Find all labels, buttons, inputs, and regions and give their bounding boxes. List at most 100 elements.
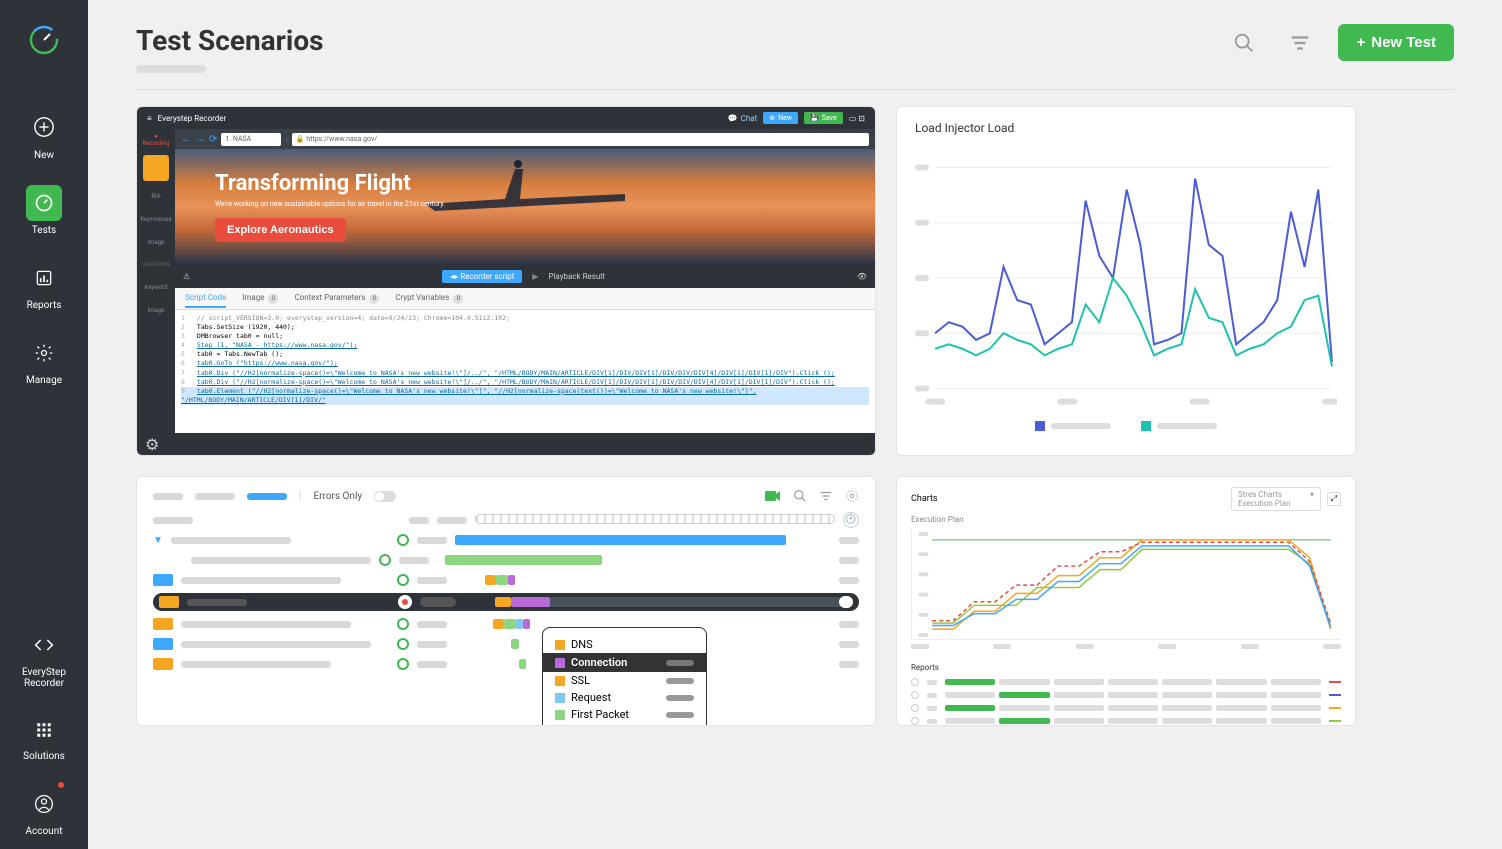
video-icon[interactable] — [765, 490, 781, 502]
waterfall-panel: | Errors Only 🕐 ▼ — [136, 476, 876, 726]
grid-icon — [27, 713, 61, 747]
app-name: Everystep Recorder — [158, 114, 227, 123]
execution-chart — [911, 530, 1341, 640]
button-label: New Test — [1371, 34, 1436, 51]
load-injector-panel: Load Injector Load — [896, 106, 1356, 456]
tool-ria[interactable]: RIA — [151, 189, 160, 204]
stop-button[interactable] — [143, 155, 169, 181]
errors-only-label: Errors Only — [313, 491, 362, 502]
tooltip-label: First Packet — [571, 708, 629, 721]
subtitle-placeholder — [136, 65, 206, 73]
tab-crypt-vars[interactable]: Crypt Variables 0 — [395, 289, 463, 308]
nav-label: Reports — [27, 300, 62, 311]
nav-everystep-recorder[interactable]: EveryStep Recorder — [0, 615, 88, 701]
nav-account[interactable]: Account — [0, 774, 88, 849]
alert-icon: ⚠ — [183, 272, 190, 281]
gauge-icon — [26, 185, 62, 221]
search-button[interactable] — [1226, 25, 1262, 61]
recorder-save-button[interactable]: 💾 Save — [804, 112, 843, 124]
gear-icon — [26, 335, 62, 371]
active-tab-indicator[interactable] — [247, 493, 287, 500]
new-test-button[interactable]: + New Test — [1338, 24, 1454, 61]
nav-label: EveryStep Recorder — [22, 667, 66, 689]
report-row[interactable] — [911, 704, 1341, 712]
waterfall-row[interactable] — [153, 617, 859, 631]
search-icon[interactable] — [793, 489, 807, 503]
window-controls-icon[interactable]: ▭ ⊡ — [849, 114, 865, 123]
tool-keyword[interactable]: Keyword — [145, 280, 168, 295]
eye-icon[interactable]: 👁 — [857, 272, 867, 281]
nav-new[interactable]: New — [0, 96, 88, 173]
clock-icon[interactable]: 🕐 — [843, 512, 859, 528]
tab-context-params[interactable]: Context Parameters 0 — [294, 289, 379, 308]
chart-icon — [26, 260, 62, 296]
waterfall-row[interactable] — [153, 553, 859, 567]
playback-label: Playback Result — [548, 272, 604, 281]
hero-title: Transforming Flight — [215, 171, 875, 196]
forward-icon[interactable]: → — [195, 134, 205, 145]
step-label: 1. NASA — [221, 133, 281, 146]
recorder-tabs: Script Code Image 0 Context Parameters 0… — [175, 288, 875, 310]
tooltip-label: Download — [571, 725, 620, 726]
recording-indicator: ● Recording — [143, 133, 170, 147]
filter-icon[interactable] — [819, 489, 833, 503]
hero-subtitle: We're working on new sustainable options… — [215, 200, 875, 208]
sidebar: New Tests Reports Manage EveryStep Recor… — [0, 0, 88, 849]
recorder-page-preview: Transforming Flight We're working on new… — [175, 149, 875, 264]
nav-reports[interactable]: Reports — [0, 248, 88, 323]
tool-keymouse[interactable]: Key+mouse — [140, 212, 171, 227]
refresh-icon[interactable]: ⟳ — [209, 134, 217, 145]
exec-reports-section: Reports — [911, 663, 1341, 725]
code-editor[interactable]: 1 // script_VERSION=3.0; everystep_versi… — [175, 310, 875, 433]
app-logo — [28, 24, 60, 56]
play-icon[interactable]: ▶ — [532, 272, 538, 281]
waterfall-row[interactable] — [153, 637, 859, 651]
expand-button[interactable]: ⤢ — [1327, 492, 1341, 506]
chart-title: Load Injector Load — [915, 121, 1337, 135]
main-content: Test Scenarios +New Test ≡Everystep Reco… — [88, 0, 1502, 849]
report-row[interactable] — [911, 691, 1341, 699]
recorder-controls: ⚠ ◂▸ Recorder script ▶ Playback Result 👁 — [175, 264, 875, 288]
tooltip-label: Request — [571, 691, 611, 704]
back-icon[interactable]: ← — [181, 134, 191, 145]
tool-image[interactable]: Image — [148, 235, 165, 250]
recorder-urlbar: ← → ⟳ 1. NASA › 🔒 https://www.nasa.gov/ — [175, 129, 875, 149]
recorder-script-button[interactable]: ◂▸ Recorder script — [442, 270, 522, 283]
waterfall-row[interactable] — [153, 573, 859, 587]
chat-label[interactable]: Chat — [741, 114, 758, 123]
recorder-new-button[interactable]: ⊕ New — [763, 112, 798, 124]
url-field[interactable]: 🔒 https://www.nasa.gov/ — [292, 133, 869, 146]
tool-image-2[interactable]: Image — [148, 303, 165, 318]
nav-label: Solutions — [23, 751, 65, 762]
recorder-statusbar: ⚙ — [137, 433, 875, 455]
waterfall-header-row: 🕐 — [153, 513, 859, 527]
waterfall-row[interactable]: ▼ — [153, 533, 859, 547]
chart-selector[interactable]: Stres Charts Execution Plan▾ — [1231, 487, 1321, 511]
plus-icon: + — [1356, 34, 1365, 51]
nav-solutions[interactable]: Solutions — [0, 701, 88, 774]
waterfall-row-expanded[interactable] — [153, 593, 859, 611]
report-row[interactable] — [911, 678, 1341, 686]
filter-button[interactable] — [1282, 25, 1318, 61]
nav-label: Tests — [32, 225, 56, 236]
waterfall-row[interactable] — [153, 657, 859, 671]
tab-image[interactable]: Image 0 — [242, 289, 278, 308]
menu-icon: ≡ — [147, 114, 152, 123]
gear-icon[interactable]: ⚙ — [145, 435, 159, 454]
expand-icon[interactable]: ▼ — [153, 535, 163, 546]
nav-manage[interactable]: Manage — [0, 323, 88, 398]
tooltip-label: DNS — [571, 638, 593, 651]
load-chart — [915, 143, 1337, 413]
reports-title: Reports — [911, 663, 1341, 672]
report-row[interactable] — [911, 717, 1341, 725]
code-icon — [26, 627, 62, 663]
settings-icon[interactable] — [845, 489, 859, 503]
waterfall-legend-tooltip: DNS Connection SSL Request First Packet … — [542, 627, 707, 726]
exec-subtitle: Execution Plan — [911, 515, 1341, 524]
tab-script-code[interactable]: Script Code — [185, 289, 226, 308]
hero-cta-button[interactable]: Explore Aeronautics — [215, 218, 346, 242]
nav-tests[interactable]: Tests — [0, 173, 88, 248]
tool-validation-header: VALIDATION — [142, 258, 170, 272]
errors-only-toggle[interactable] — [374, 491, 396, 502]
waterfall-toolbar: | Errors Only — [153, 489, 859, 503]
